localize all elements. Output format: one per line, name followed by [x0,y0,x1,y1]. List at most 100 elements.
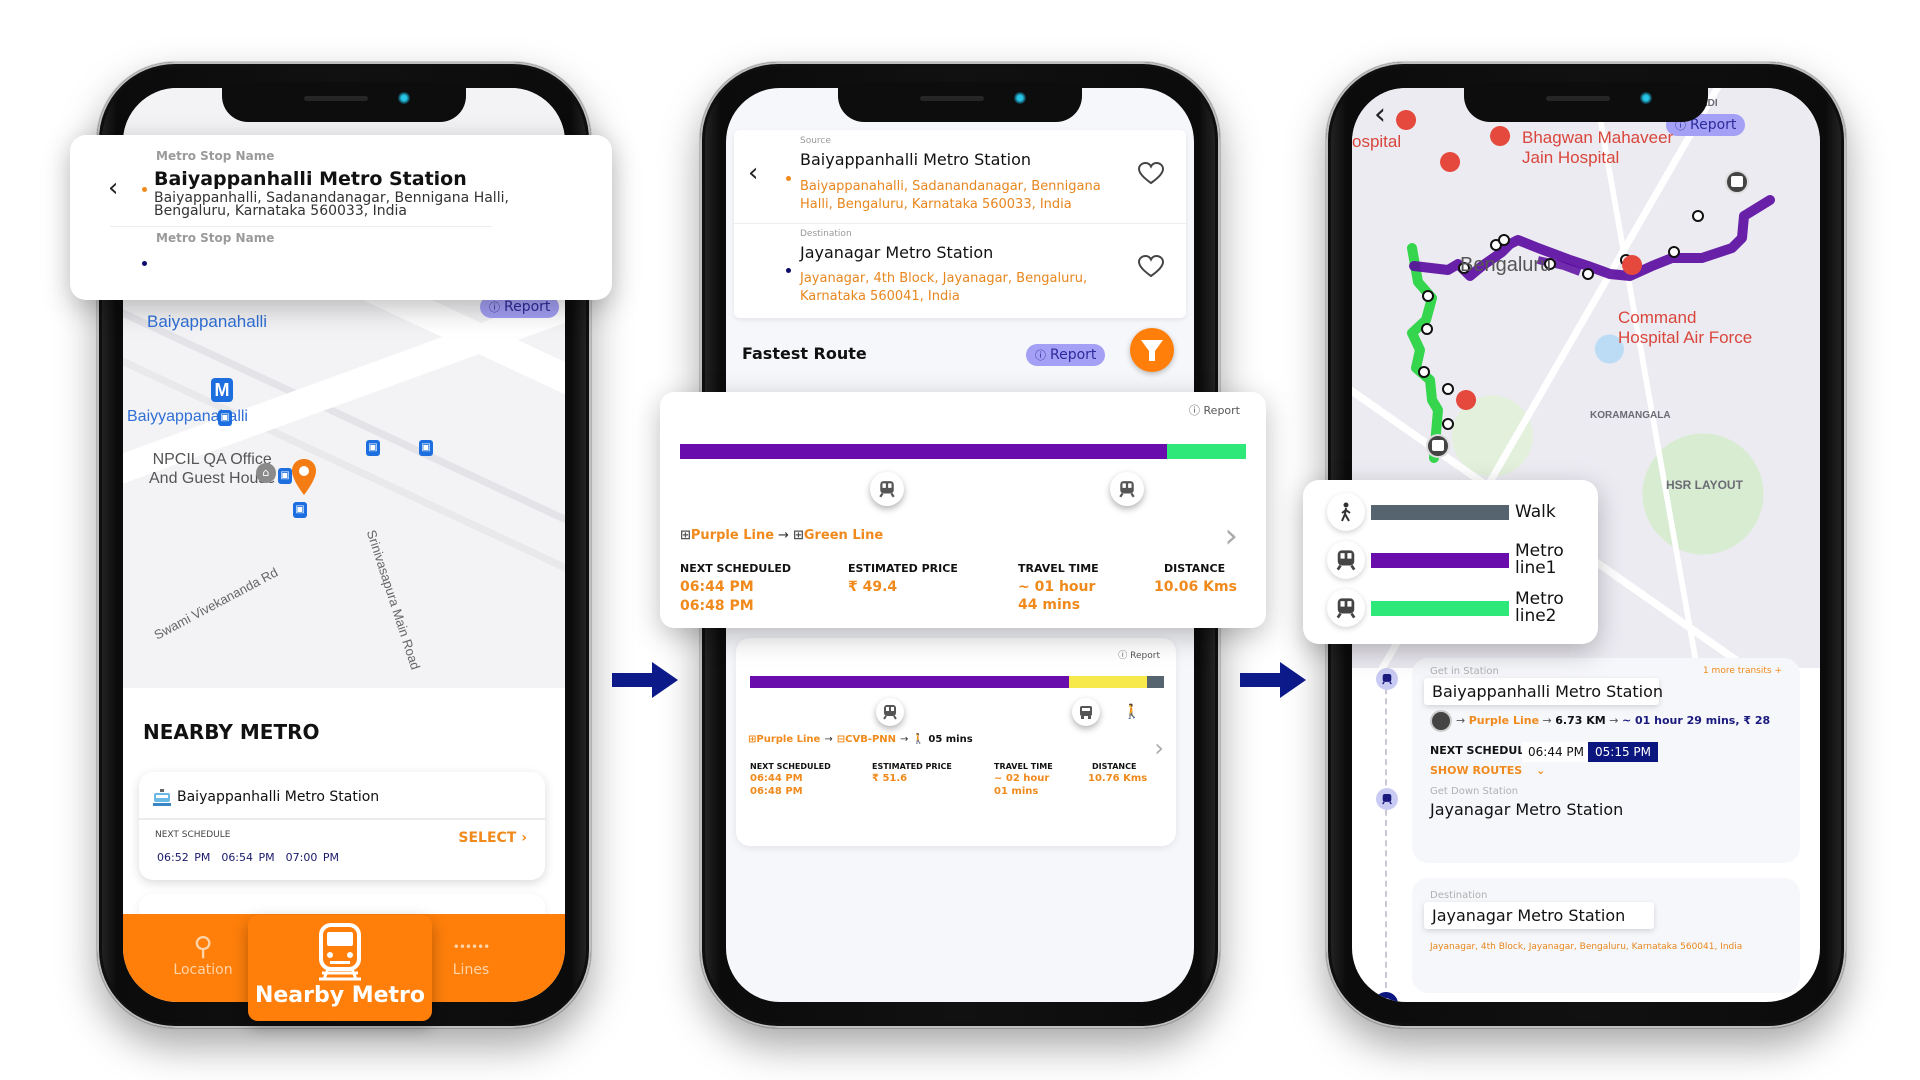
station-search-card: ‹ Metro Stop Name Baiyappanhalli Metro S… [70,135,612,300]
nearby-metro-heading: NEARBY METRO [143,720,320,744]
info-icon: ⓘ [1118,651,1131,661]
route-segment [1166,444,1246,459]
show-routes-button[interactable]: SHOW ROUTES ⌄ [1430,764,1545,777]
divider [734,223,1186,224]
nav-lines[interactable]: •••••• Lines [421,932,521,978]
report-link[interactable]: ⓘ Report [1189,402,1240,418]
location-pin-icon: ⚲ [193,932,213,962]
destination-station[interactable]: Jayanagar Metro Station [1424,902,1654,929]
route-progress-bar [680,444,1246,459]
flow-arrow-icon [1240,662,1306,698]
map-legend: Walk Metro line1 Metro line2 [1303,480,1598,644]
source-label: Source [800,136,831,146]
source-dot [142,187,147,192]
transit-stop-icon[interactable]: ▣ [218,410,232,426]
destination-station[interactable]: Jayanagar Metro Station [800,243,993,262]
map-road-label: Swami Vivekananda Rd [151,564,281,643]
metro-icon [1110,472,1144,506]
route-option-card-highlighted[interactable]: ⓘ Report ⊞Purple Line → ⊞Green Line › NEXT… [660,392,1266,628]
legend-swatch [1371,504,1509,520]
get-in-station[interactable]: Baiyappanhalli Metro Station [1424,678,1663,705]
train-icon [1327,589,1365,627]
source-station-input[interactable]: Baiyappanhalli Metro Station [154,168,467,190]
map-poi-label: ospital [1352,132,1402,151]
phone-notch [1464,82,1708,122]
get-down-station: Jayanagar Metro Station [1430,800,1624,819]
train-icon [1327,541,1365,579]
report-button[interactable]: ⓘ Report [1026,344,1106,366]
journey-timeline [1385,668,1387,988]
landmark-icon: ⌂ [256,463,276,483]
legend-label: Metro line2 [1515,589,1564,626]
destination-dot [786,268,791,273]
metro-icon [1376,788,1398,810]
chevron-right-icon[interactable]: › [1154,734,1164,762]
map-poi-label: Command Hospital Air Force [1618,308,1753,347]
destination-label: Metro Stop Name [156,231,275,245]
favorite-heart-icon[interactable] [1138,255,1164,279]
route-option-card[interactable]: ⓘ Report 🚶 ⊞Purple Line → ⊟CVB-PNN → 🚶 05 mi… [736,638,1176,846]
legend-label: Metro line1 [1515,541,1564,578]
destination-dot [142,261,147,266]
route-segment [1147,676,1164,688]
filter-funnel-icon [1141,340,1163,361]
favorite-heart-icon[interactable] [1138,162,1164,186]
walk-icon: 🚶 [912,734,929,745]
report-link[interactable]: ⓘ Report [1118,648,1160,661]
destination-card: Destination Jayanagar Metro Station Jaya… [1412,878,1800,993]
metro-icon: ⊞ [680,528,691,543]
legend-item-walk: Walk [1327,492,1575,532]
station-name: Baiyappanhalli Metro Station [177,789,380,805]
filter-button[interactable] [1130,328,1174,372]
info-icon: ⓘ [1035,349,1046,362]
destination-label: Destination [1430,890,1488,901]
info-icon: ⓘ [1189,404,1204,417]
divider [110,226,492,227]
metro-station-icon [153,789,171,806]
next-time: 06:48 PM [680,598,754,614]
chevron-right-icon[interactable]: › [1224,516,1238,556]
transit-stop-icon[interactable]: ▣ [419,440,433,456]
map-area-label: HSR LAYOUT [1666,478,1743,492]
metro-icon: ⊞ [792,528,804,543]
route-segment [680,444,1167,459]
transit-stop-icon[interactable]: ▣ [278,468,292,484]
nav-nearby-metro[interactable]: Nearby Metro [248,915,432,1021]
back-chevron-icon[interactable]: ‹ [1374,100,1386,130]
info-icon: ⓘ [489,301,500,314]
route-progress-bar [750,676,1164,688]
route-segment [1068,676,1148,688]
back-chevron-icon[interactable]: ‹ [108,175,118,201]
destination-marker-icon [1374,992,1398,1002]
metro-icon [1430,710,1452,732]
transit-stop-icon[interactable]: ▣ [293,502,307,518]
nav-location[interactable]: ⚲ Location [153,932,253,978]
nearby-station-card[interactable]: Baiyappanhalli Metro Station NEXT SCHEDU… [139,772,545,880]
select-button[interactable]: SELECT › [458,830,527,846]
destination-address: Jayanagar, 4th Block, Jayanagar, Bengalu… [1430,942,1743,952]
legend-swatch [1371,600,1509,616]
phone-notch [838,82,1082,122]
train-icon [319,923,361,981]
source-dot [786,176,791,181]
transit-stop-icon[interactable]: ▣ [366,440,380,456]
metro-icon [870,472,904,506]
metro-icon [876,698,904,726]
back-chevron-icon[interactable]: ‹ [748,160,758,186]
location-pin-icon[interactable] [291,458,317,496]
next-time: 06:48 PM [750,786,803,797]
source-label: Metro Stop Name [156,149,275,163]
flow-arrow-icon [612,662,678,698]
more-transits-link[interactable]: 1 more transits + [1703,666,1782,676]
column-header: NEXT SCHEDULED [680,562,791,575]
legend-swatch [1371,552,1509,568]
source-station[interactable]: Baiyappanhalli Metro Station [800,150,1031,169]
column-header: DISTANCE [1092,762,1137,771]
destination-station-input[interactable] [154,251,534,275]
legend-label: Walk [1515,501,1556,522]
metro-station-marker[interactable]: M [211,378,233,402]
schedule-time[interactable]: 06:44 PM [1522,742,1590,762]
schedule-time-selected[interactable]: 05:15 PM [1588,742,1658,762]
journey-leg-card: Get in Station 1 more transits + Baiyapp… [1412,658,1800,863]
schedule-times: 06:52 PM 06:54 PM 07:00 PM [157,851,339,864]
